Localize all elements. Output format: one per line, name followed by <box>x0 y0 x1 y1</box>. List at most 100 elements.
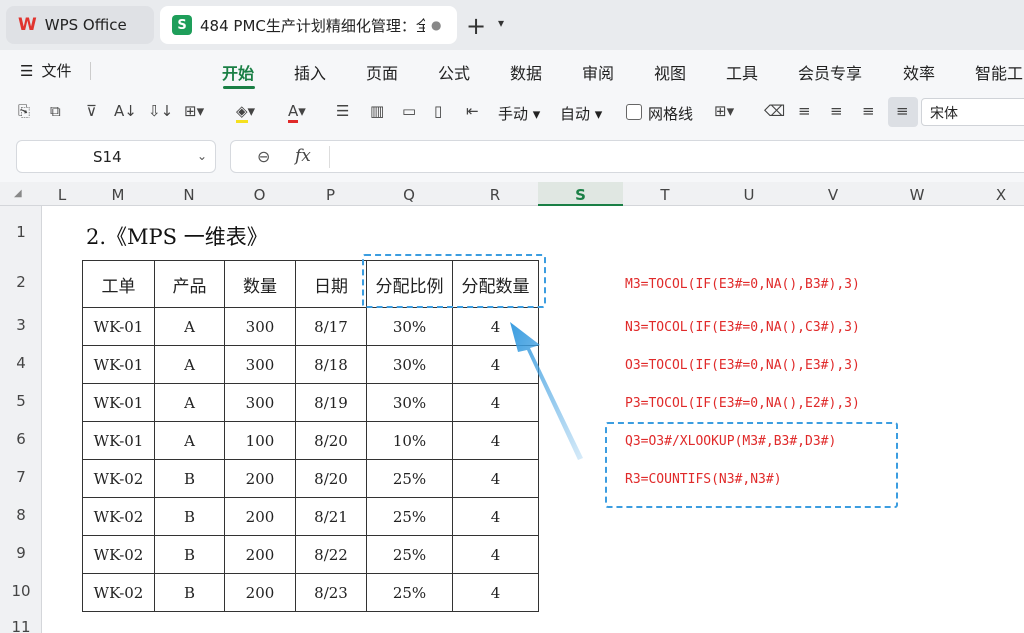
table-cell[interactable]: 300 <box>224 307 296 346</box>
filter-icon[interactable]: ⊽ <box>86 102 97 120</box>
tab-wps-office[interactable]: W WPS Office <box>6 6 154 44</box>
row-header-6[interactable]: 6 <box>0 430 42 448</box>
formula-text-m3[interactable]: M3=TOCOL(IF(E3#=0,NA(),B3#),3) <box>625 277 860 292</box>
table-cell[interactable]: B <box>154 459 225 498</box>
table-cell[interactable]: 4 <box>452 573 539 612</box>
table-cell[interactable]: A <box>154 307 225 346</box>
table-cell[interactable]: 8/17 <box>295 307 367 346</box>
table-cell[interactable]: 4 <box>452 421 539 460</box>
column-header-N[interactable]: N <box>154 186 224 204</box>
table-cell[interactable]: A <box>154 345 225 384</box>
table-cell[interactable]: 200 <box>224 497 296 536</box>
menu-data[interactable]: 数据 <box>510 60 542 84</box>
table-cell[interactable]: 4 <box>452 497 539 536</box>
borders-icon[interactable]: ⊞▾ <box>184 102 204 120</box>
menu-member[interactable]: 会员专享 <box>798 60 862 84</box>
column-header-O[interactable]: O <box>224 186 295 204</box>
new-tab-button[interactable]: + <box>466 12 486 40</box>
font-name-select[interactable]: 宋体 <box>921 98 1024 126</box>
menu-smart-tools[interactable]: 智能工 <box>975 60 1023 84</box>
row-height-icon[interactable]: ▭ <box>402 102 416 120</box>
table-cell[interactable]: WK-01 <box>82 307 155 346</box>
merge-cells-icon[interactable]: ▥ <box>370 102 384 120</box>
header-cell[interactable]: 工单 <box>82 260 155 308</box>
row-header-4[interactable]: 4 <box>0 354 42 372</box>
table-cell[interactable]: 30% <box>366 383 453 422</box>
formula-text-q3[interactable]: Q3=O3#/XLOOKUP(M3#,B3#,D3#) <box>625 434 836 449</box>
fx-icon[interactable]: fx <box>295 146 311 166</box>
header-cell[interactable]: 日期 <box>295 260 367 308</box>
column-header-U[interactable]: U <box>707 186 791 204</box>
table-cell[interactable]: 8/19 <box>295 383 367 422</box>
menu-review[interactable]: 审阅 <box>582 60 614 84</box>
row-header-10[interactable]: 10 <box>0 582 42 600</box>
table-cell[interactable]: 4 <box>452 535 539 574</box>
sort-ascending-icon[interactable]: A↓ <box>114 102 137 120</box>
row-header-11[interactable]: 11 <box>0 618 42 633</box>
column-header-P[interactable]: P <box>295 186 366 204</box>
column-header-V[interactable]: V <box>791 186 875 204</box>
tab-list-chevron-icon[interactable]: ▾ <box>498 16 504 30</box>
row-header-8[interactable]: 8 <box>0 506 42 524</box>
menu-home[interactable]: 开始 <box>222 60 254 84</box>
column-header-S[interactable]: S <box>538 186 623 204</box>
table-cell[interactable]: B <box>154 573 225 612</box>
table-cell[interactable]: 4 <box>452 345 539 384</box>
table-cell[interactable]: 25% <box>366 573 453 612</box>
row-header-3[interactable]: 3 <box>0 316 42 334</box>
paste-icon[interactable]: ⧉ <box>50 102 61 120</box>
table-cell[interactable]: 30% <box>366 307 453 346</box>
zoom-icon[interactable]: ⊖ <box>257 147 270 166</box>
table-cell[interactable]: 25% <box>366 535 453 574</box>
table-cell[interactable]: 30% <box>366 345 453 384</box>
table-cell[interactable]: 200 <box>224 535 296 574</box>
column-header-T[interactable]: T <box>623 186 707 204</box>
row-header-1[interactable]: 1 <box>0 223 42 241</box>
table-cell[interactable]: 100 <box>224 421 296 460</box>
table-cell[interactable]: B <box>154 497 225 536</box>
row-header-5[interactable]: 5 <box>0 392 42 410</box>
menu-tools[interactable]: 工具 <box>726 60 758 84</box>
row-header-9[interactable]: 9 <box>0 544 42 562</box>
paste-values-icon[interactable]: ⎘ <box>18 102 30 120</box>
gridlines-checkbox[interactable] <box>626 104 642 120</box>
file-menu-button[interactable]: ☰ 文件 <box>20 60 71 81</box>
table-cell[interactable]: 200 <box>224 573 296 612</box>
name-box[interactable]: S14 ⌄ <box>16 140 216 173</box>
menu-insert[interactable]: 插入 <box>294 60 326 84</box>
formula-text-n3[interactable]: N3=TOCOL(IF(E3#=0,NA(),C3#),3) <box>625 320 860 335</box>
manual-calc-dropdown[interactable]: 手动 ▾ <box>498 103 540 124</box>
formula-input[interactable]: ⊖ fx <box>230 140 1024 173</box>
sort-descending-icon[interactable]: ⇩↓ <box>148 102 173 120</box>
column-header-Q[interactable]: Q <box>366 186 452 204</box>
column-width-icon[interactable]: ▯ <box>434 102 442 120</box>
table-cell[interactable]: 8/22 <box>295 535 367 574</box>
menu-formula[interactable]: 公式 <box>438 60 470 84</box>
row-header-2[interactable]: 2 <box>0 273 42 291</box>
table-cell[interactable]: 200 <box>224 459 296 498</box>
formula-text-o3[interactable]: O3=TOCOL(IF(E3#=0,NA(),E3#),3) <box>625 358 860 373</box>
table-cell[interactable]: 8/23 <box>295 573 367 612</box>
table-cell[interactable]: WK-02 <box>82 497 155 536</box>
formula-text-r3[interactable]: R3=COUNTIFS(N3#,N3#) <box>625 472 782 487</box>
table-cell[interactable]: 25% <box>366 497 453 536</box>
table-cell[interactable]: 10% <box>366 421 453 460</box>
table-cell[interactable]: 8/20 <box>295 459 367 498</box>
fill-color-icon[interactable]: ◈▾ <box>236 102 255 123</box>
align-center-icon[interactable]: ≡ <box>830 102 843 120</box>
table-cell[interactable]: WK-01 <box>82 383 155 422</box>
select-all-corner-icon[interactable]: ◢ <box>14 188 22 199</box>
column-header-W[interactable]: W <box>875 186 959 204</box>
clear-format-icon[interactable]: ⌫ <box>764 102 785 120</box>
menu-page[interactable]: 页面 <box>366 60 398 84</box>
wrap-text-icon[interactable]: ☰ <box>336 102 349 120</box>
table-cell[interactable]: 4 <box>452 459 539 498</box>
chevron-down-icon[interactable]: ⌄ <box>197 149 207 163</box>
table-cell[interactable]: A <box>154 421 225 460</box>
table-cell[interactable]: A <box>154 383 225 422</box>
column-header-M[interactable]: M <box>82 186 154 204</box>
freeze-pane-icon[interactable]: ⇤ <box>466 102 479 120</box>
cell-style-icon[interactable]: ⊞▾ <box>714 102 734 120</box>
header-cell[interactable]: 产品 <box>154 260 225 308</box>
menu-efficiency[interactable]: 效率 <box>903 60 935 84</box>
